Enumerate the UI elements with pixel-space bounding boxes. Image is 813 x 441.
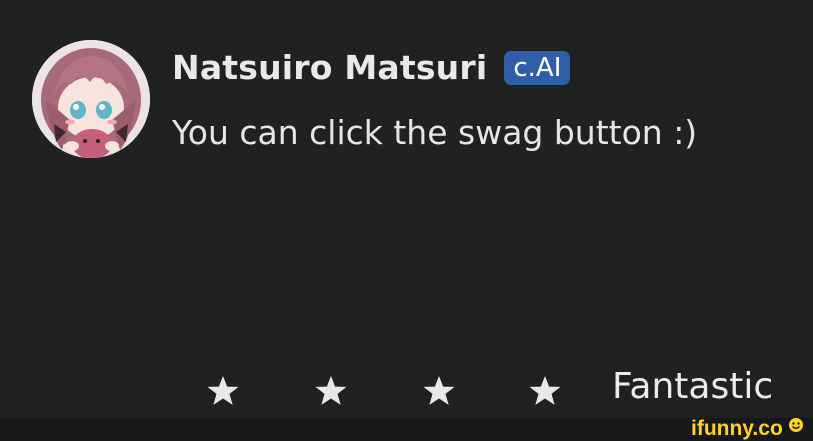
ifunny-watermark: ifunny.co bbox=[691, 414, 807, 441]
cai-badge: c.AI bbox=[504, 50, 571, 85]
star-icon[interactable] bbox=[420, 372, 458, 410]
avatar-illustration-icon bbox=[32, 40, 150, 158]
ifunny-logo-icon: ifunny.co bbox=[691, 417, 803, 440]
rating-bar: Fantastic bbox=[204, 366, 804, 418]
character-avatar[interactable] bbox=[32, 40, 150, 158]
message-text: You can click the swag button :) bbox=[172, 113, 698, 152]
message-header: Natsuiro Matsuri c.AI bbox=[172, 48, 571, 87]
star-icon[interactable] bbox=[526, 372, 564, 410]
star-icon[interactable] bbox=[204, 372, 242, 410]
character-name[interactable]: Natsuiro Matsuri bbox=[172, 48, 487, 87]
svg-text:ifunny.co: ifunny.co bbox=[691, 417, 783, 440]
chat-message-card: Natsuiro Matsuri c.AI You can click the … bbox=[0, 0, 813, 441]
star-icon[interactable] bbox=[312, 372, 350, 410]
rating-label: Fantastic bbox=[612, 366, 774, 407]
